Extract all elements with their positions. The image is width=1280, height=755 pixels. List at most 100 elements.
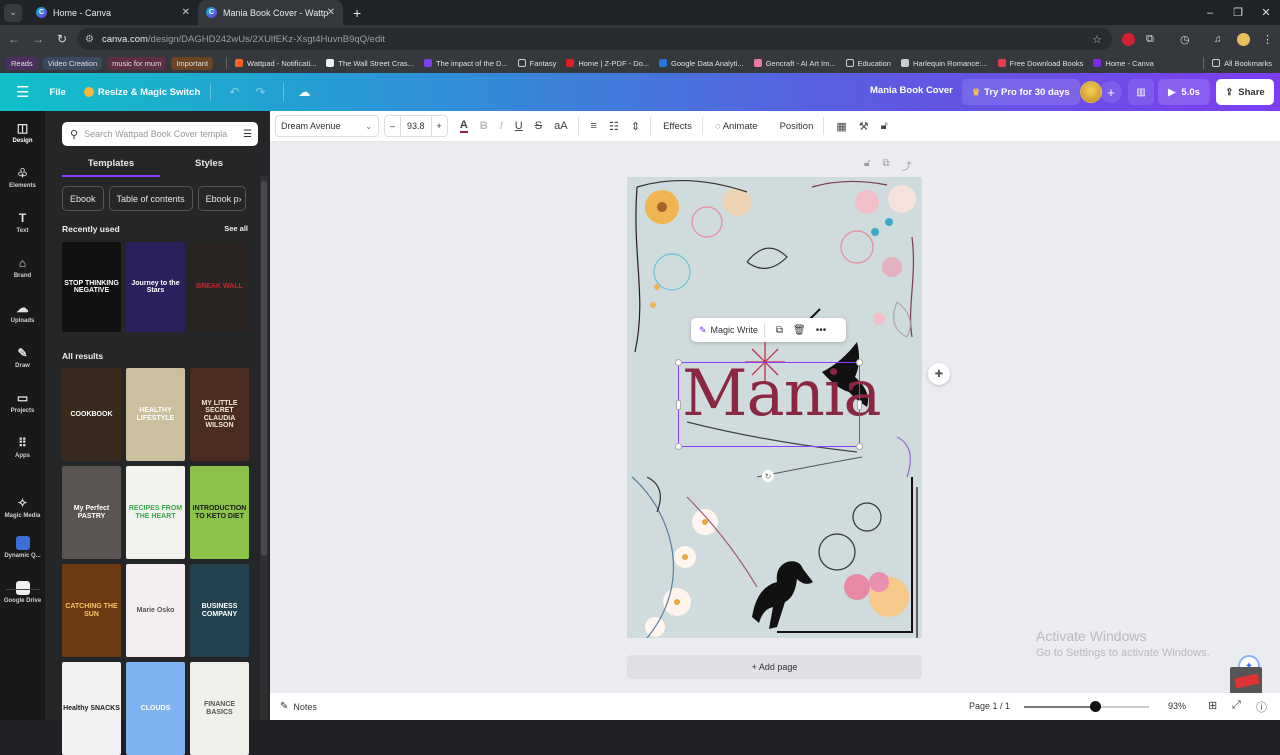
lock-page-icon[interactable]: 🔓︎ <box>864 158 870 173</box>
text-color-icon[interactable]: A <box>459 119 468 133</box>
scrollbar-thumb[interactable] <box>261 181 267 556</box>
resize-handle[interactable] <box>857 400 862 410</box>
decrease-size-button[interactable]: – <box>385 121 400 131</box>
bookmark-chip[interactable]: music for mum <box>107 56 167 70</box>
resize-handle[interactable] <box>675 359 682 366</box>
resize-handle[interactable] <box>856 443 863 450</box>
adblock-extension-icon[interactable] <box>1122 31 1135 47</box>
zoom-slider[interactable] <box>1024 701 1149 712</box>
template-thumbnail[interactable]: Journey to the Stars <box>126 242 185 332</box>
template-thumbnail[interactable]: INTRODUCTION TO KETO DIET <box>190 466 249 559</box>
floating-thumbnail[interactable] <box>1230 667 1262 695</box>
rail-item-magic-media[interactable]: ✧ Magic Media <box>0 496 45 519</box>
page-indicator[interactable]: Page 1 / 1 <box>969 701 1010 711</box>
rail-item-brand[interactable]: ⌂ Brand <box>0 256 45 279</box>
effects-button[interactable]: Effects <box>663 121 692 132</box>
duplicate-icon[interactable]: ⧉ <box>776 325 783 336</box>
rail-item-google-drive[interactable]: Google Drive <box>0 581 45 604</box>
tab-templates[interactable]: Templates <box>62 155 160 177</box>
template-thumbnail[interactable]: BUSINESS COMPANY <box>190 564 249 657</box>
profile-avatar[interactable] <box>1237 31 1250 47</box>
tab-styles[interactable]: Styles <box>160 155 258 177</box>
invite-plus-button[interactable]: + <box>1100 81 1122 103</box>
rotate-handle[interactable]: ↻ <box>762 470 774 482</box>
help-icon[interactable]: ⓘ <box>1256 699 1267 715</box>
notes-button[interactable]: ✎ Notes <box>280 701 317 712</box>
close-tab-icon[interactable]: ✕ <box>182 7 190 18</box>
close-window-icon[interactable]: ✕ <box>1252 6 1280 19</box>
bookmark-item[interactable]: Home - Canva <box>1093 59 1154 68</box>
forward-icon[interactable]: → <box>26 32 50 46</box>
bookmark-item[interactable]: Home | Z-PDF - Do... <box>566 59 649 68</box>
design-title[interactable]: Mania Book Cover <box>870 85 953 96</box>
resize-magic-switch-button[interactable]: Resize & Magic Switch <box>83 87 200 98</box>
panel-scrollbar[interactable] <box>260 176 268 720</box>
template-thumbnail[interactable]: RECIPES FROM THE HEART <box>126 466 185 559</box>
template-thumbnail[interactable]: COOKBOOK <box>62 368 121 461</box>
bookmark-item[interactable]: Fantasy <box>517 59 556 68</box>
spacing-icon[interactable]: ⇕ <box>631 120 640 133</box>
template-thumbnail[interactable]: MY LITTLE SECRET CLAUDIA WILSON <box>190 368 249 461</box>
browser-menu-icon[interactable]: ⋮ <box>1262 31 1273 47</box>
rail-item-projects[interactable]: ▭ Projects <box>0 391 45 414</box>
lock-icon[interactable]: 🔓︎ <box>881 120 888 133</box>
zoom-slider-knob[interactable] <box>1090 701 1102 712</box>
list-icon[interactable]: ☷ <box>609 120 619 133</box>
tab-search-button[interactable]: ⌄ <box>4 3 22 22</box>
template-thumbnail[interactable]: FINANCE BASICS <box>190 662 249 755</box>
media-icon[interactable]: ♫ <box>1214 31 1222 47</box>
extensions-icon[interactable]: ⧉ <box>1146 31 1154 47</box>
resize-handle[interactable] <box>856 359 863 366</box>
site-info-icon[interactable]: ⚙ <box>85 34 94 45</box>
template-thumbnail[interactable]: BREAK WALL <box>190 242 249 332</box>
see-all-link[interactable]: See all <box>224 224 248 233</box>
bookmark-item[interactable]: Gencraft - AI Art Im... <box>753 59 836 68</box>
template-thumbnail[interactable]: Marie Osko <box>126 564 185 657</box>
grid-view-icon[interactable]: ⊞ <box>1208 699 1217 712</box>
bookmark-item[interactable]: Wattpad - Notificati... <box>235 59 316 68</box>
browser-tab-home[interactable]: C Home - Canva ✕ <box>28 0 198 25</box>
italic-icon[interactable]: I <box>500 120 503 132</box>
rail-item-dynamic-q[interactable]: Dynamic Q... <box>0 536 45 559</box>
bookmark-chip[interactable]: Video Creation <box>42 56 103 70</box>
resize-handle[interactable] <box>675 443 682 450</box>
insights-icon[interactable]: ▥ <box>1128 79 1154 105</box>
bookmark-chip[interactable]: Reads <box>6 56 38 70</box>
url-input[interactable]: ⚙ canva.com/design/DAGHD242wUs/2XUlfEKz-… <box>77 28 1112 50</box>
delete-icon[interactable]: 🗑︎ <box>793 325 806 336</box>
history-icon[interactable]: ◷ <box>1180 31 1190 47</box>
cloud-saved-icon[interactable]: ☁ <box>298 85 310 99</box>
close-tab-icon[interactable]: ✕ <box>327 7 335 18</box>
new-tab-button[interactable]: + <box>353 5 361 21</box>
bookmark-item[interactable]: Google Data Analyti... <box>659 59 744 68</box>
increase-size-button[interactable]: + <box>432 121 447 131</box>
align-center-icon[interactable]: ≡ <box>591 120 597 132</box>
bookmark-item[interactable]: Education <box>845 59 891 68</box>
bookmark-item[interactable]: Free Download Books <box>997 59 1083 68</box>
bookmark-item[interactable]: Harlequin Romance:... <box>900 59 988 68</box>
template-thumbnail[interactable]: My Perfect PASTRY <box>62 466 121 559</box>
try-pro-button[interactable]: ♛ Try Pro for 30 days <box>962 79 1080 105</box>
bookmark-item[interactable]: The Wall Street Cras... <box>326 59 414 68</box>
position-button[interactable]: Position <box>780 121 814 132</box>
animate-button[interactable]: ◌ Animate <box>715 121 758 132</box>
magic-write-button[interactable]: Magic Write <box>711 325 758 335</box>
duplicate-page-icon[interactable]: ⧉ <box>882 158 889 173</box>
rail-item-apps[interactable]: ⠿ Apps <box>0 436 45 459</box>
strikethrough-icon[interactable]: S <box>535 120 542 132</box>
chevron-right-icon[interactable]: › <box>239 194 242 204</box>
template-thumbnail[interactable]: CATCHING THE SUN <box>62 564 121 657</box>
bold-icon[interactable]: B <box>480 120 488 132</box>
filter-icon[interactable]: ☰ <box>243 129 252 140</box>
share-button[interactable]: ⇪ Share <box>1216 79 1274 105</box>
browser-tab-active[interactable]: C Mania Book Cover - Wattpad B ✕ <box>198 0 343 25</box>
rail-item-elements[interactable]: ♧ Elements <box>0 166 45 189</box>
more-options-icon[interactable]: ••• <box>816 325 827 336</box>
rail-item-uploads[interactable]: ☁ Uploads <box>0 301 45 324</box>
transparency-icon[interactable]: ▦ <box>836 120 846 133</box>
chip-ebook[interactable]: Ebook <box>62 186 104 211</box>
all-bookmarks-button[interactable]: All Bookmarks <box>1212 59 1272 68</box>
file-menu-button[interactable]: File <box>49 87 65 98</box>
restore-icon[interactable]: ❐ <box>1224 6 1252 19</box>
bookmark-chip[interactable]: Important <box>171 56 214 70</box>
